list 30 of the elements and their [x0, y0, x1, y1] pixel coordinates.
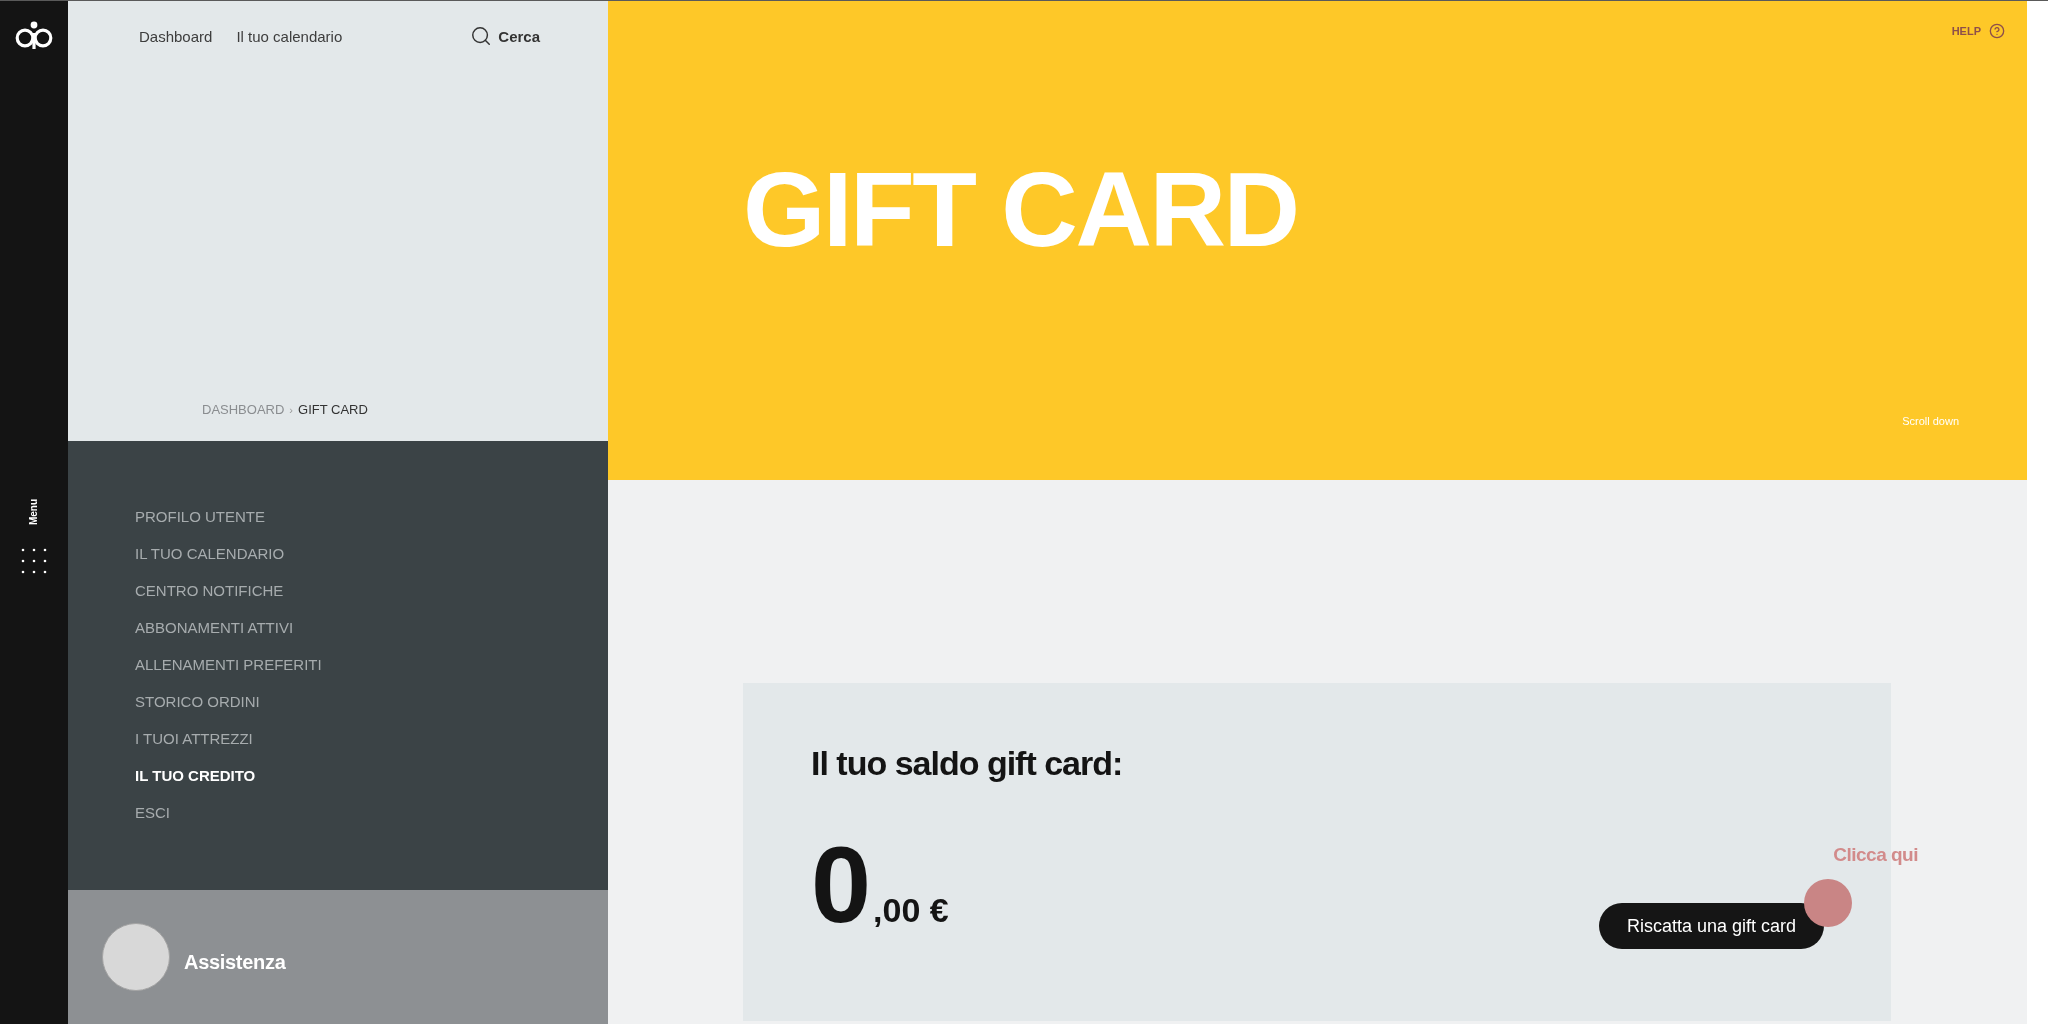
- logo-icon[interactable]: [14, 21, 54, 49]
- redeem-button[interactable]: Riscatta una gift card: [1598, 903, 1824, 950]
- menu-item[interactable]: STORICO ORDINI: [135, 683, 260, 720]
- hero-title: GIFT CARD: [743, 156, 1298, 262]
- assistance-link[interactable]: Assistenza: [184, 950, 286, 974]
- help-icon: [1989, 23, 2005, 39]
- nav-link[interactable]: Dashboard: [139, 27, 213, 45]
- menu-button[interactable]: Menu: [21, 499, 47, 574]
- menu-item[interactable]: PROFILO UTENTE: [135, 498, 265, 535]
- menu-item[interactable]: CENTRO NOTIFICHE: [135, 572, 284, 609]
- menu-item[interactable]: ESCI: [135, 794, 170, 831]
- menu-item[interactable]: I TUOI ATTREZZI: [135, 720, 253, 757]
- dots-grid-icon: [21, 547, 47, 574]
- amount-integer: 0: [811, 822, 870, 947]
- search-button[interactable]: Cerca: [470, 25, 540, 47]
- hint-label: Clicca qui: [1833, 843, 1918, 868]
- current-page-label: GIFT CARD: [298, 402, 368, 418]
- balance-heading: Il tuo saldo gift card:: [811, 743, 1123, 784]
- nav-link[interactable]: Il tuo calendario: [236, 27, 343, 45]
- menu-label: Menu: [29, 499, 39, 526]
- hint-dot-icon: [1804, 879, 1852, 928]
- breadcrumb-link[interactable]: DASHBOARD: [202, 402, 285, 418]
- menu-item[interactable]: IL TUO CALENDARIO: [135, 535, 285, 572]
- help-link[interactable]: HELP: [1951, 23, 2005, 39]
- menu-item[interactable]: ABBONAMENTI ATTIVI: [135, 609, 294, 646]
- amount-decimal: ,00 €: [873, 890, 949, 930]
- menu-item[interactable]: IL TUO CREDITO: [135, 757, 256, 794]
- breadcrumb-separator: ›: [289, 403, 294, 418]
- menu-item[interactable]: ALLENAMENTI PREFERITI: [135, 646, 322, 683]
- search-icon: [470, 25, 493, 47]
